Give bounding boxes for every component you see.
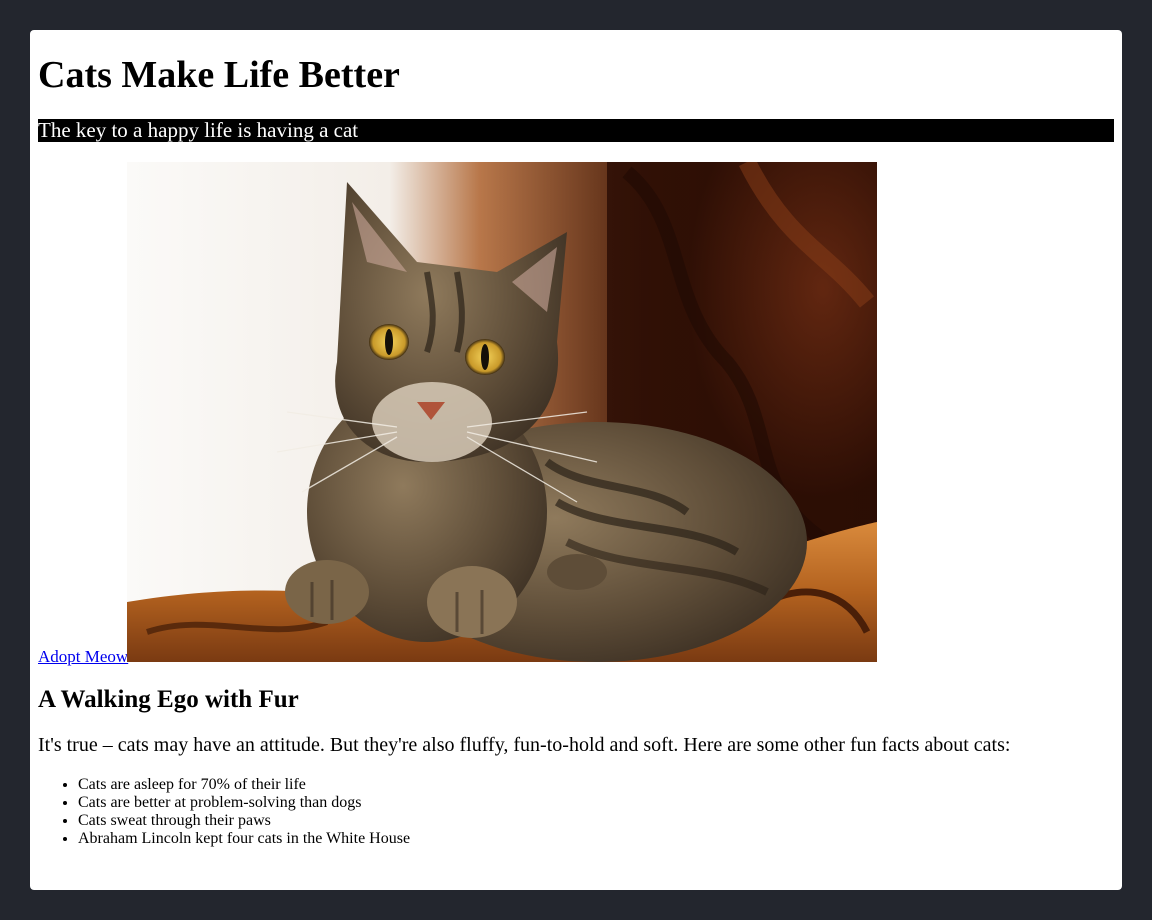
page-title: Cats Make Life Better	[38, 54, 400, 96]
section-heading: A Walking Ego with Fur	[38, 686, 299, 713]
list-item: Cats are better at problem-solving than …	[78, 794, 410, 812]
page-frame: Cats Make Life Better The key to a happy…	[30, 30, 1122, 890]
tagline-banner: The key to a happy life is having a cat	[38, 119, 1114, 142]
facts-list: Cats are asleep for 70% of their life Ca…	[38, 776, 410, 848]
list-item: Abraham Lincoln kept four cats in the Wh…	[78, 830, 410, 848]
list-item: Cats are asleep for 70% of their life	[78, 776, 410, 794]
list-item: Cats sweat through their paws	[78, 812, 410, 830]
intro-paragraph: It's true – cats may have an attitude. B…	[38, 734, 1011, 756]
cat-photo	[127, 162, 877, 662]
adopt-meow-link[interactable]: Adopt Meow	[38, 647, 128, 667]
